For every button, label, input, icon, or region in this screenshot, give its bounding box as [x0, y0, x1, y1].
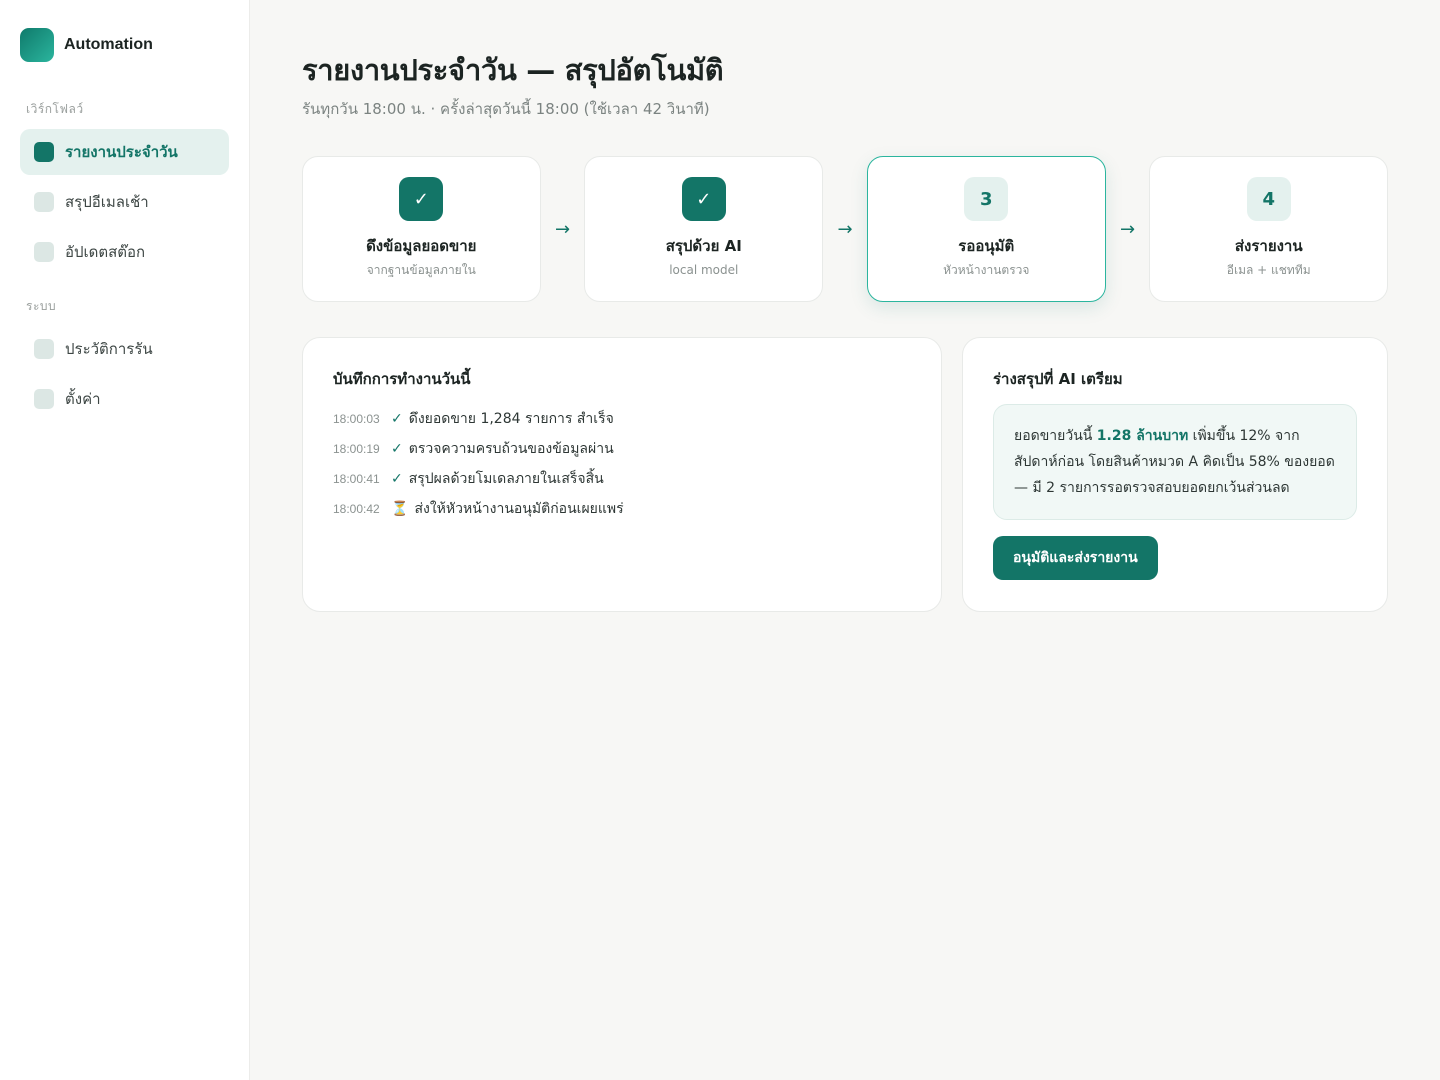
approve-and-send-button[interactable]: อนุมัติและส่งรายงาน: [993, 536, 1158, 580]
sidebar-item-label: ประวัติการรัน: [65, 340, 153, 358]
step-title: ส่งรายงาน: [1234, 237, 1303, 255]
sidebar-item-run-history[interactable]: ประวัติการรัน: [20, 326, 229, 372]
step-subtitle: อีเมล + แชททีม: [1226, 263, 1311, 277]
step-subtitle: หัวหน้างานตรวจ: [943, 263, 1030, 277]
log-entry: 18:00:41 ✓ สรุปผลด้วยโมเดลภายในเสร็จสิ้น: [333, 464, 911, 494]
workflow-icon: [34, 192, 54, 212]
workflow-icon: [34, 142, 54, 162]
arrow-right-icon: →: [554, 218, 571, 240]
step-title: ดึงข้อมูลยอดขาย: [366, 237, 477, 255]
sidebar-item-settings[interactable]: ตั้งค่า: [20, 376, 229, 422]
log-time: 18:00:03: [333, 412, 380, 426]
check-icon: ✓: [681, 177, 726, 221]
sidebar-item-label: รายงานประจำวัน: [65, 143, 178, 161]
page-title: รายงานประจำวัน — สรุปอัตโนมัติ: [302, 53, 724, 87]
ai-draft-summary: ยอดขายวันนี้ 1.28 ล้านบาท เพิ่มขึ้น 12% …: [993, 404, 1357, 520]
hourglass-icon: ⏳: [391, 501, 409, 517]
step-card-await-approval[interactable]: 3 รออนุมัติ หัวหน้างานตรวจ: [866, 156, 1106, 302]
log-text: สรุปผลด้วยโมเดลภายในเสร็จสิ้น: [408, 471, 604, 487]
step-card-ai-summary[interactable]: ✓ สรุปด้วย AI local model: [584, 156, 824, 302]
sidebar-item-stock-update[interactable]: อัปเดตสต๊อก: [20, 229, 229, 275]
ai-draft-highlight: 1.28 ล้านบาท: [1096, 428, 1189, 444]
sidebar-item-morning-email-summary[interactable]: สรุปอีเมลเช้า: [20, 179, 229, 225]
step-title: รออนุมัติ: [958, 237, 1015, 255]
sidebar-item-label: สรุปอีเมลเช้า: [65, 193, 149, 211]
nav-section-system: ระบบ: [26, 299, 57, 313]
sidebar-item-label: อัปเดตสต๊อก: [65, 243, 146, 261]
check-icon: ✓: [391, 441, 403, 457]
arrow-right-icon: →: [837, 218, 853, 240]
log-entry: 18:00:03 ✓ ดึงยอดขาย 1,284 รายการ สำเร็จ: [333, 404, 911, 434]
workflow-steps: ✓ ดึงข้อมูลยอดขาย จากฐานข้อมูลภายใน → ✓ …: [302, 156, 1389, 302]
step-card-fetch-sales[interactable]: ✓ ดึงข้อมูลยอดขาย จากฐานข้อมูลภายใน: [302, 156, 541, 302]
log-time: 18:00:19: [333, 442, 380, 456]
log-text: ดึงยอดขาย 1,284 รายการ สำเร็จ: [408, 411, 614, 427]
sidebar-item-daily-report[interactable]: รายงานประจำวัน: [20, 129, 229, 175]
ai-draft-text-start: ยอดขายวันนี้: [1014, 428, 1097, 444]
activity-log-card: บันทึกการทำงานวันนี้ 18:00:03 ✓ ดึงยอดขา…: [302, 337, 942, 612]
brand-name: Automation: [64, 36, 153, 53]
page-subtitle: รันทุกวัน 18:00 น. · ครั้งล่าสุดวันนี้ 1…: [302, 100, 710, 118]
step-title: สรุปด้วย AI: [665, 237, 742, 255]
nav-section-workflows: เวิร์กโฟลว์: [26, 102, 84, 116]
brand: Automation: [20, 28, 229, 62]
content-row: บันทึกการทำงานวันนี้ 18:00:03 ✓ ดึงยอดขา…: [302, 337, 1388, 612]
arrow-right-icon: →: [1119, 218, 1136, 240]
sidebar: Automation เวิร์กโฟลว์ รายงานประจำวัน สร…: [0, 0, 250, 1080]
ai-draft-title: ร่างสรุปที่ AI เตรียม: [993, 370, 1123, 388]
log-entry: 18:00:19 ✓ ตรวจความครบถ้วนของข้อมูลผ่าน: [333, 434, 911, 464]
check-icon: ✓: [399, 177, 444, 221]
activity-log-title: บันทึกการทำงานวันนี้: [333, 370, 471, 388]
log-time: 18:00:42: [333, 502, 380, 516]
log-entry: 18:00:42 ⏳ ส่งให้หัวหน้างานอนุมัติก่อนเผ…: [333, 494, 911, 524]
ai-draft-card: ร่างสรุปที่ AI เตรียม ยอดขายวันนี้ 1.28 …: [962, 337, 1388, 612]
step-number-badge: 3: [964, 177, 1009, 221]
step-subtitle: จากฐานข้อมูลภายใน: [366, 263, 476, 277]
settings-icon: [34, 389, 54, 409]
log-text: ส่งให้หัวหน้างานอนุมัติก่อนเผยแพร่: [414, 501, 624, 517]
step-card-send-report[interactable]: 4 ส่งรายงาน อีเมล + แชททีม: [1149, 156, 1389, 302]
step-subtitle: local model: [669, 263, 739, 277]
history-icon: [34, 339, 54, 359]
brand-logo-icon: [20, 28, 54, 62]
check-icon: ✓: [391, 411, 403, 427]
workflow-icon: [34, 242, 54, 262]
main-content: รายงานประจำวัน — สรุปอัตโนมัติ รันทุกวัน…: [302, 0, 1389, 612]
sidebar-item-label: ตั้งค่า: [65, 390, 101, 408]
step-number-badge: 4: [1246, 177, 1291, 221]
log-time: 18:00:41: [333, 472, 380, 486]
check-icon: ✓: [391, 471, 403, 487]
log-text: ตรวจความครบถ้วนของข้อมูลผ่าน: [408, 441, 614, 457]
